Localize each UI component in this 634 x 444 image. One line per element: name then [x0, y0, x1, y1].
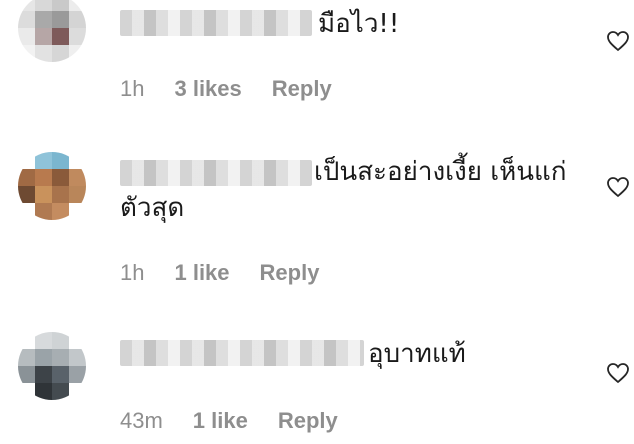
avatar-pixel: [18, 0, 35, 11]
avatar-pixel: [35, 0, 52, 11]
avatar-pixel: [35, 383, 52, 400]
comment-likes[interactable]: 1 like: [193, 408, 248, 434]
avatar-pixel: [18, 366, 35, 383]
avatar-pixel: [18, 11, 35, 28]
avatar-pixel: [52, 349, 69, 366]
comment-meta: 1h 3 likes Reply: [120, 76, 332, 102]
avatar-pixel: [35, 203, 52, 220]
heart-outline-icon[interactable]: [606, 362, 630, 384]
avatar-pixel: [69, 45, 86, 62]
comment-text: เป็นสะอย่างเงี้ย เห็นแก่ตัวสุด: [120, 157, 567, 223]
avatar-pixel: [69, 186, 86, 203]
comment-time: 43m: [120, 408, 163, 433]
avatar-pixel: [69, 152, 86, 169]
avatar-pixel: [35, 186, 52, 203]
avatar-pixel: [35, 45, 52, 62]
avatar-pixel: [69, 366, 86, 383]
avatar-pixel: [52, 332, 69, 349]
avatar-pixel: [52, 169, 69, 186]
avatar-pixel: [35, 152, 52, 169]
avatar-pixel: [69, 0, 86, 11]
avatar-pixel: [35, 11, 52, 28]
avatar-pixel: [35, 366, 52, 383]
heart-outline-icon[interactable]: [606, 30, 630, 52]
comment-time: 1h: [120, 76, 145, 101]
avatar-pixel: [69, 11, 86, 28]
avatar-pixel: [18, 349, 35, 366]
avatar-pixel: [52, 203, 69, 220]
avatar-pixel: [52, 0, 69, 11]
reply-button[interactable]: Reply: [272, 76, 332, 102]
avatar[interactable]: [18, 332, 86, 400]
avatar-pixel: [52, 383, 69, 400]
comment-time: 1h: [120, 260, 145, 285]
blurred-username[interactable]: [120, 10, 312, 36]
avatar-pixel: [18, 169, 35, 186]
avatar-pixel: [52, 28, 69, 45]
avatar-pixel: [69, 169, 86, 186]
avatar-pixel: [52, 152, 69, 169]
avatar-pixel: [35, 349, 52, 366]
avatar-pixel: [52, 186, 69, 203]
avatar-pixel: [35, 332, 52, 349]
avatar-pixel: [18, 28, 35, 45]
avatar-pixel: [69, 332, 86, 349]
avatar[interactable]: [18, 0, 86, 62]
avatar[interactable]: [18, 152, 86, 220]
avatar-pixel: [69, 383, 86, 400]
avatar-pixel: [69, 349, 86, 366]
blurred-username[interactable]: [120, 340, 364, 366]
avatar-pixel: [18, 383, 35, 400]
avatar-pixel: [69, 203, 86, 220]
avatar-pixel: [52, 11, 69, 28]
avatar-pixel: [18, 332, 35, 349]
avatar-pixel: [35, 169, 52, 186]
comment-likes[interactable]: 1 like: [174, 260, 229, 286]
avatar-pixel: [18, 45, 35, 62]
avatar-pixel: [35, 28, 52, 45]
comment-meta: 43m 1 like Reply: [120, 408, 338, 434]
comment-text: มือไว!!: [318, 9, 400, 39]
reply-button[interactable]: Reply: [260, 260, 320, 286]
avatar-pixel: [18, 203, 35, 220]
avatar-pixel: [18, 152, 35, 169]
avatar-pixel: [18, 186, 35, 203]
comment-text: อุบาทแท้: [368, 339, 466, 369]
comment-likes[interactable]: 3 likes: [174, 76, 241, 102]
avatar-pixel: [52, 366, 69, 383]
heart-outline-icon[interactable]: [606, 176, 630, 198]
comment-meta: 1h 1 like Reply: [120, 260, 319, 286]
avatar-pixel: [69, 28, 86, 45]
reply-button[interactable]: Reply: [278, 408, 338, 434]
avatar-pixel: [52, 45, 69, 62]
